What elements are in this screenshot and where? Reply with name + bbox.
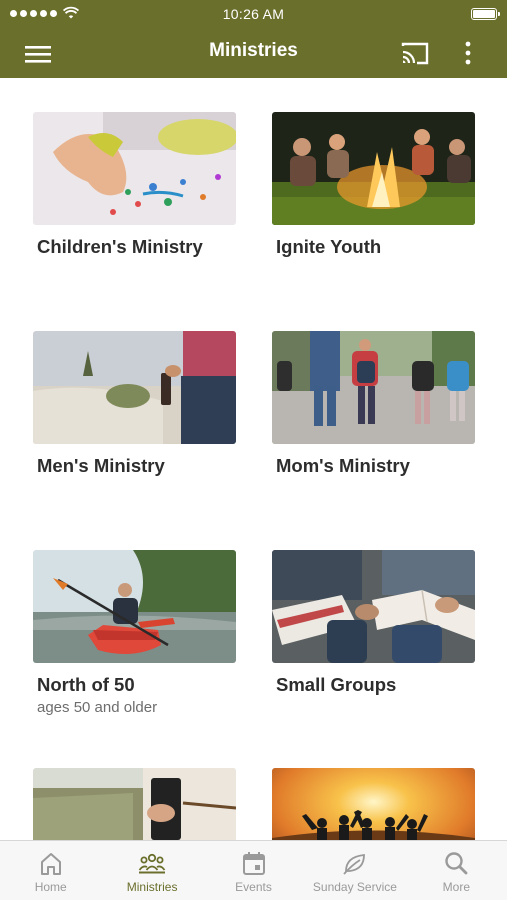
ministry-title: North of 50: [37, 674, 135, 695]
ministry-image: [33, 112, 236, 225]
more-options-icon[interactable]: [457, 39, 479, 67]
tab-label: More: [442, 880, 470, 894]
ministry-card[interactable]: [33, 768, 236, 840]
ministry-card-small-groups[interactable]: Small Groups: [272, 550, 475, 696]
battery-icon: [471, 8, 500, 20]
ministry-subtitle: ages 50 and older: [37, 699, 158, 716]
ministry-title: Men's Ministry: [37, 455, 165, 476]
tab-ministries[interactable]: Ministries: [101, 841, 202, 900]
tab-home[interactable]: Home: [0, 841, 101, 900]
ministry-title: Children's Ministry: [37, 236, 203, 257]
ministry-card-moms[interactable]: Mom's Ministry: [272, 331, 475, 477]
leaf-icon: [343, 853, 365, 875]
ministry-title: Ignite Youth: [276, 236, 382, 257]
ministry-image: [33, 550, 236, 663]
ministry-card[interactable]: [272, 768, 475, 840]
ministry-card-childrens[interactable]: Children's Ministry: [33, 112, 236, 258]
signal-strength-icon: [10, 9, 57, 17]
tab-label: Sunday Service: [312, 880, 397, 894]
ministry-card-ignite-youth[interactable]: Ignite Youth: [272, 112, 475, 258]
cast-icon[interactable]: [399, 39, 431, 67]
ministries-grid: Children's Ministry Ignite Youth Men's M…: [0, 78, 507, 840]
tab-sunday-service[interactable]: Sunday Service: [304, 841, 405, 900]
ministry-image: [272, 550, 475, 663]
search-icon: [445, 852, 468, 875]
ministry-image: [272, 331, 475, 444]
home-icon: [40, 853, 61, 875]
tab-more[interactable]: More: [406, 841, 507, 900]
status-time: 10:26 AM: [222, 6, 285, 22]
tab-label: Ministries: [126, 880, 178, 894]
tab-label: Home: [34, 880, 67, 894]
ministry-image: [272, 768, 475, 840]
status-bar: 10:26 AM: [0, 0, 507, 28]
ministry-card-north-of-50[interactable]: North of 50 ages 50 and older: [33, 550, 236, 716]
ministry-title: Small Groups: [276, 674, 397, 695]
app-bar: Ministries: [0, 28, 507, 78]
group-icon: [138, 853, 166, 874]
tab-events[interactable]: Events: [203, 841, 304, 900]
ministry-image: [33, 331, 236, 444]
wifi-icon: [63, 6, 79, 19]
ministry-card-mens[interactable]: Men's Ministry: [33, 331, 236, 477]
ministry-image: [33, 768, 236, 840]
tab-label: Events: [235, 880, 272, 894]
bottom-tab-bar: Home Ministries Events Sunday Service Mo…: [0, 840, 507, 900]
ministry-image: [272, 112, 475, 225]
ministry-title: Mom's Ministry: [276, 455, 410, 476]
calendar-icon: [242, 852, 265, 875]
